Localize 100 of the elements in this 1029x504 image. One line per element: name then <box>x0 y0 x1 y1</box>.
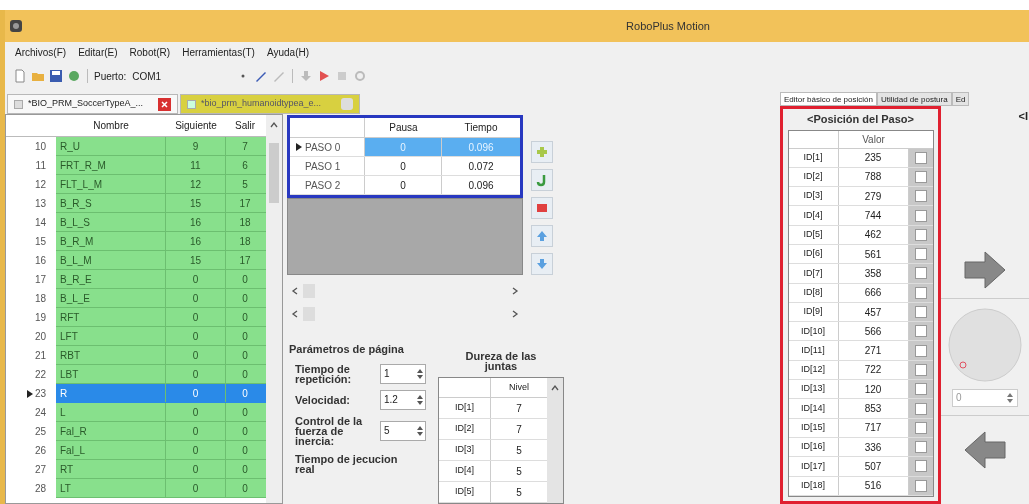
move-up-button[interactable] <box>531 225 553 247</box>
spin-field[interactable]: 5 <box>380 420 426 441</box>
checkbox[interactable] <box>914 267 927 280</box>
menu-item[interactable]: Ayuda(H) <box>266 44 309 60</box>
scrollbar[interactable] <box>266 115 282 503</box>
row-label: ID[10] <box>788 322 839 341</box>
arrow-right-icon[interactable] <box>963 249 1007 290</box>
table-row[interactable]: B_R_M 16 18 <box>56 232 266 251</box>
checkbox[interactable] <box>914 248 927 261</box>
section-title: Parámetros de página <box>289 342 405 357</box>
delete-button[interactable] <box>531 197 553 219</box>
table-row[interactable]: FLT_L_M 12 5 <box>56 175 266 194</box>
table-row[interactable]: LT 0 0 <box>56 479 266 498</box>
table-row[interactable]: R 0 0 <box>56 384 266 403</box>
table-cell: 0 <box>166 327 226 345</box>
checkbox[interactable] <box>914 344 927 357</box>
table-row[interactable]: B_R_S 15 17 <box>56 194 266 213</box>
table-row[interactable]: RBT 0 0 <box>56 346 266 365</box>
column-header: Salir <box>234 119 256 133</box>
checkbox[interactable] <box>914 306 927 318</box>
checkbox[interactable] <box>914 460 927 473</box>
panel-tab[interactable]: Editor básico de posición <box>780 92 877 106</box>
scroll-left-icon[interactable] <box>291 310 299 318</box>
row-label: ID[18] <box>788 476 839 495</box>
scroll-left-icon[interactable] <box>291 287 299 295</box>
table-cell: 0 <box>166 270 226 288</box>
new-file-icon[interactable] <box>13 69 27 83</box>
checkbox[interactable] <box>914 479 927 492</box>
table-row[interactable]: Fal_L 0 0 <box>56 441 266 460</box>
pencil-icon[interactable] <box>254 69 269 83</box>
table-cell: B_R_S <box>56 194 166 212</box>
row-label: ID[16] <box>788 437 839 457</box>
scroll-right-icon[interactable] <box>511 310 519 318</box>
checkbox[interactable] <box>914 286 927 299</box>
spin-field[interactable]: 1.2 <box>380 389 426 410</box>
table-row[interactable]: R_U 9 7 <box>56 137 266 156</box>
checkbox[interactable] <box>914 228 927 241</box>
menu-item[interactable]: Robot(R) <box>129 44 171 60</box>
table-cell-text: 0 <box>241 462 249 477</box>
table-row[interactable]: Fal_R 0 0 <box>56 422 266 441</box>
row-number: 25 <box>34 425 46 439</box>
panel-title: <I <box>1018 109 1029 124</box>
menu-item[interactable]: Archivos(F) <box>15 44 67 60</box>
table-cell: 0 <box>365 157 442 175</box>
checkbox[interactable] <box>914 325 927 338</box>
checkbox[interactable] <box>914 441 927 454</box>
checkbox[interactable] <box>914 151 927 164</box>
spin-arrows-icon[interactable] <box>416 424 424 437</box>
arrow-left-icon[interactable] <box>963 429 1007 470</box>
checkbox[interactable] <box>914 421 927 434</box>
port-value[interactable]: COM1 <box>132 68 233 84</box>
row-number: 11 <box>35 159 46 173</box>
checkbox[interactable] <box>914 402 927 415</box>
checkbox[interactable] <box>914 363 927 376</box>
table-cell-text: 7 <box>515 422 523 437</box>
spin-arrows-icon[interactable] <box>416 367 424 380</box>
table-row[interactable]: RFT 0 0 <box>56 308 266 327</box>
row-number: 24 <box>34 406 46 420</box>
checkbox[interactable] <box>914 383 927 396</box>
spin-field[interactable]: 0 <box>952 388 1018 407</box>
table-row[interactable]: B_L_M 15 17 <box>56 251 266 270</box>
table-cell-text: 0 <box>241 481 249 496</box>
scroll-up-icon[interactable] <box>270 121 278 129</box>
checkbox[interactable] <box>914 170 927 183</box>
panel-tab[interactable]: Utilidad de postura <box>876 92 952 106</box>
table-cell-text: 18 <box>238 215 252 230</box>
insert-button[interactable] <box>531 169 553 191</box>
document-tab[interactable]: *bio_prm_humanoidtypea_e... <box>180 94 360 114</box>
table-row[interactable]: B_L_S 16 18 <box>56 213 266 232</box>
move-down-button[interactable] <box>531 253 553 275</box>
scroll-right-icon[interactable] <box>511 287 519 295</box>
table-row[interactable]: B_R_E 0 0 <box>56 270 266 289</box>
row-number: 18 <box>34 292 46 306</box>
spin-arrows-icon[interactable] <box>416 393 424 406</box>
menu-item[interactable]: Editar(E) <box>78 44 118 60</box>
table-row[interactable]: B_L_E 0 0 <box>56 289 266 308</box>
spin-field[interactable]: 1 <box>380 363 426 384</box>
table-row[interactable]: L 0 0 <box>56 403 266 422</box>
checkbox[interactable] <box>914 209 927 222</box>
save-icon[interactable] <box>49 69 63 83</box>
table-row[interactable]: FRT_R_M 11 6 <box>56 156 266 175</box>
table-cell-text: 7 <box>241 139 249 154</box>
row-label: ID[2] <box>788 167 839 187</box>
download-icon[interactable] <box>299 69 314 83</box>
table-row[interactable]: RT 0 0 <box>56 460 266 479</box>
document-tab[interactable]: *BIO_PRM_SoccerTypeA_... <box>7 94 178 114</box>
spin-arrows-icon[interactable] <box>1006 391 1014 404</box>
scroll-up-icon[interactable] <box>551 384 559 392</box>
add-button[interactable] <box>531 141 553 163</box>
table-cell: 11 <box>166 156 226 174</box>
table-cell: 0 <box>166 365 226 383</box>
port-label: Puerto: <box>94 69 127 84</box>
table-cell: 16 <box>166 232 226 250</box>
scroll-thumb[interactable] <box>269 143 279 203</box>
scrollbar[interactable] <box>547 378 563 503</box>
table-row[interactable]: LBT 0 0 <box>56 365 266 384</box>
menu-item[interactable]: Herramientas(T) <box>182 44 255 60</box>
checkbox[interactable] <box>914 190 927 203</box>
table-row[interactable]: LFT 0 0 <box>56 327 266 346</box>
row-label: ID[17] <box>788 457 839 476</box>
